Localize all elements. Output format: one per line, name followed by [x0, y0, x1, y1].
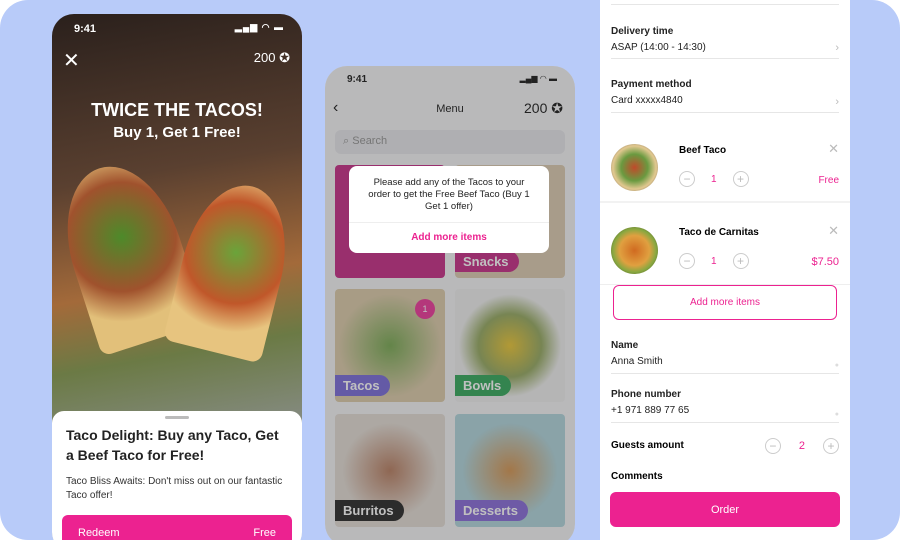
dialog-message: Please add any of the Tacos to your orde… — [349, 166, 549, 223]
offer-dialog: Please add any of the Tacos to your orde… — [349, 166, 549, 253]
delivery-time-field[interactable]: Delivery time ASAP (14:00 - 14:30) › — [611, 26, 839, 59]
item-qty: 1 — [711, 255, 717, 267]
phone-field[interactable]: Phone number +1 971 889 77 65 ● — [611, 389, 839, 423]
offer-title: Taco Delight: Buy any Taco, Get a Beef T… — [66, 427, 279, 463]
menu-screen: 9:41 ▂▄▆ ◠ ▬ ‹ Menu 200 ✪ ⌕ Search Snack… — [325, 66, 575, 540]
remove-icon[interactable]: ✕ — [828, 141, 839, 157]
cart-item: Taco de Carnitas ✕ − 1 + $7.50 — [600, 205, 850, 285]
item-name: Taco de Carnitas — [679, 227, 759, 238]
item-image — [611, 227, 658, 274]
cart-item: Beef Taco ✕ − 1 + Free — [600, 123, 850, 203]
redeem-button[interactable]: Redeem Free — [62, 515, 292, 540]
checkout-screen: Delivery time ASAP (14:00 - 14:30) › Payme… — [600, 0, 850, 540]
canvas: 9:41 ▂▄▆ ◠ ▬ ✕ 200 ✪ TWICE THE TACOS! Buy… — [0, 0, 900, 540]
promo-headline: TWICE THE TACOS! — [91, 100, 263, 120]
plus-icon[interactable]: + — [732, 171, 749, 187]
item-image — [611, 144, 658, 191]
item-price: $7.50 — [811, 256, 839, 268]
comments-label: Comments — [611, 471, 663, 482]
item-qty: 1 — [711, 173, 717, 185]
chevron-right-icon: › — [835, 96, 839, 108]
item-price: Free — [818, 175, 839, 186]
remove-icon[interactable]: ✕ — [828, 223, 839, 239]
drag-handle[interactable] — [165, 416, 189, 419]
chevron-right-icon: › — [835, 42, 839, 54]
add-more-items-button[interactable]: Add more items — [349, 223, 549, 252]
taco-image — [162, 174, 302, 364]
guests-label: Guests amount — [611, 440, 684, 451]
name-field[interactable]: Name Anna Smith ● — [611, 340, 839, 374]
star-icon: ✪ — [279, 50, 290, 65]
payment-method-field[interactable]: Payment method Card xxxxx4840 › — [611, 79, 839, 113]
promo-subheadline: Buy 1, Get 1 Free! — [113, 124, 241, 141]
offer-description: Taco Bliss Awaits: Don't miss out on our… — [66, 476, 283, 501]
order-button[interactable]: Order — [610, 492, 840, 527]
offer-screen: 9:41 ▂▄▆ ◠ ▬ ✕ 200 ✪ TWICE THE TACOS! Buy… — [52, 14, 302, 540]
modal-overlay[interactable] — [325, 66, 575, 540]
points-badge: 200 ✪ — [253, 50, 290, 65]
add-more-items-button[interactable]: Add more items — [613, 285, 837, 320]
status-icons: ▂▄▆ ◠ ▬ — [234, 22, 284, 32]
item-name: Beef Taco — [679, 145, 727, 156]
minus-icon[interactable]: − — [679, 253, 695, 269]
guests-value: 2 — [798, 440, 805, 452]
plus-icon[interactable]: + — [732, 253, 749, 269]
plus-icon[interactable]: + — [823, 438, 839, 454]
status-time: 9:41 — [74, 23, 97, 35]
offer-card: Taco Delight: Buy any Taco, Get a Beef T… — [52, 411, 302, 540]
minus-icon[interactable]: − — [764, 438, 781, 454]
minus-icon[interactable]: − — [679, 171, 695, 187]
close-icon[interactable]: ✕ — [63, 48, 80, 73]
